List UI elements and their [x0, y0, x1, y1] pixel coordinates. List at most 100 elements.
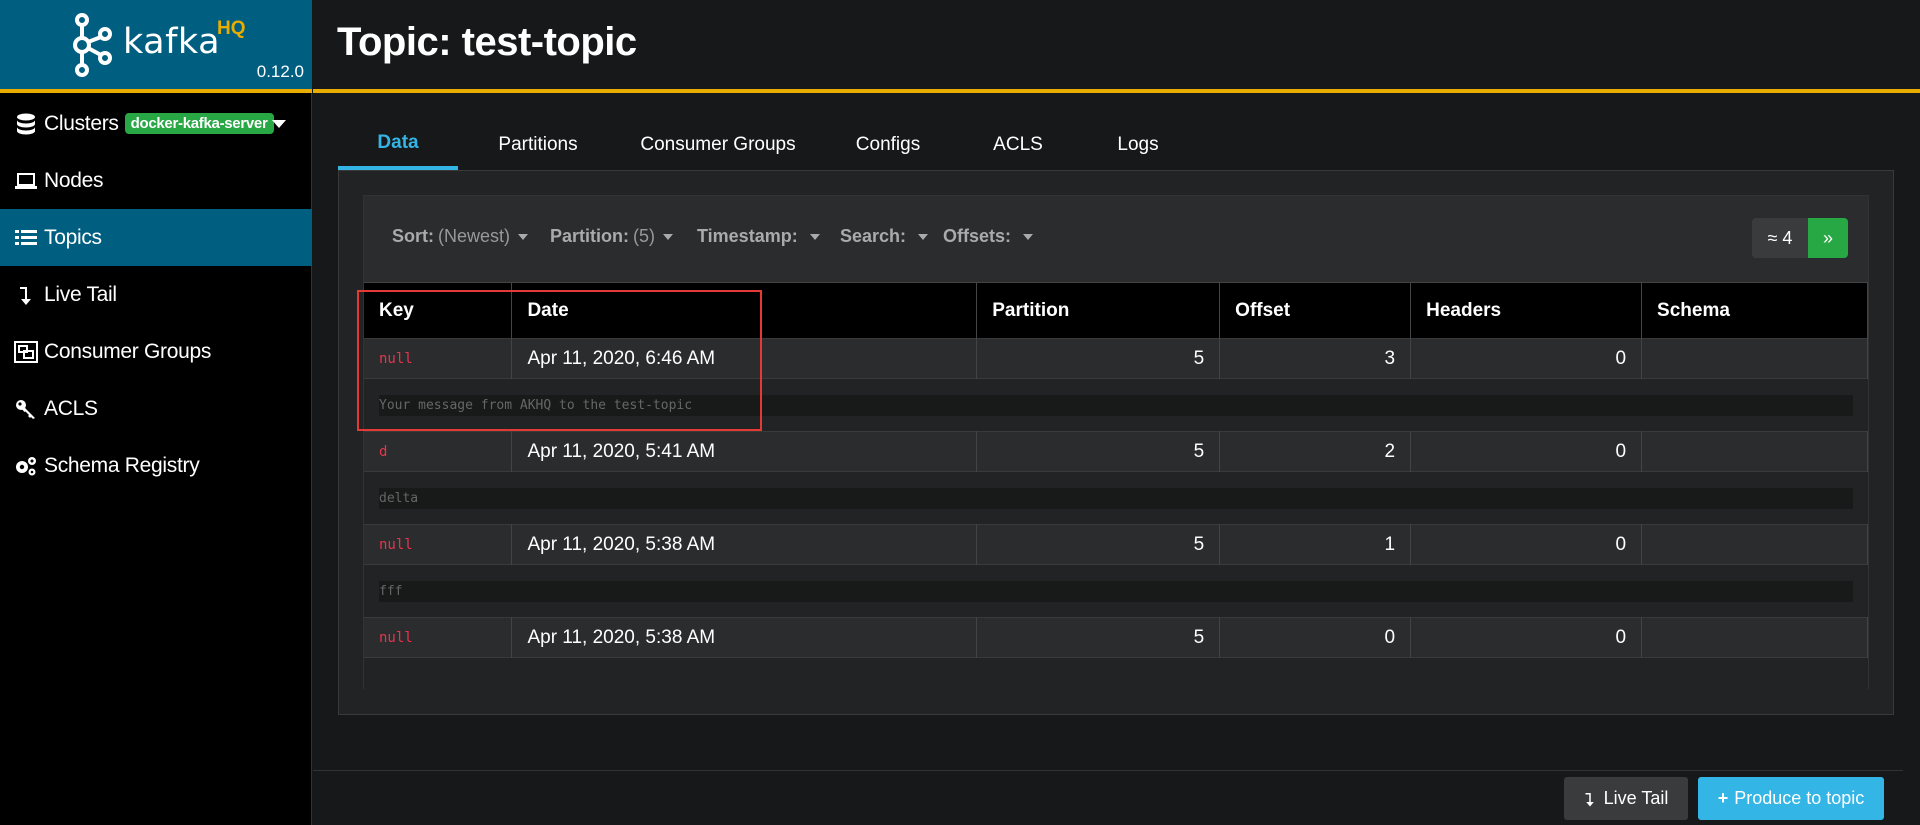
tab-partitions[interactable]: Partitions — [458, 120, 618, 170]
cell-partition: 5 — [976, 431, 1221, 472]
sidebar-item-label: Nodes — [44, 168, 104, 192]
tab-acls[interactable]: ACLS — [958, 120, 1078, 170]
caret-down-icon — [918, 233, 929, 240]
cell-offset: 3 — [1219, 338, 1412, 379]
sidebar-item-clusters[interactable]: Clusters docker-kafka-server — [0, 95, 312, 152]
cell-offset: 1 — [1219, 524, 1412, 565]
timestamp-dropdown[interactable]: Timestamp: — [697, 226, 820, 247]
table-row[interactable]: d Apr 11, 2020, 5:41 AM 5 2 0 — [364, 431, 1868, 472]
level-down-icon — [14, 283, 38, 307]
produce-to-topic-button[interactable]: + Produce to topic — [1698, 777, 1884, 820]
message-count-button[interactable]: ≈ 4 — [1752, 218, 1808, 258]
sort-label: Sort: — [392, 226, 434, 246]
next-page-button[interactable]: » — [1808, 218, 1848, 258]
sidebar-item-label: Consumer Groups — [44, 339, 212, 363]
sidebar-item-topics[interactable]: Topics — [0, 209, 312, 266]
search-dropdown[interactable]: Search: — [840, 226, 929, 247]
caret-down-icon — [518, 233, 529, 240]
partition-dropdown[interactable]: Partition: (5) — [550, 226, 673, 247]
sidebar-item-nodes[interactable]: Nodes — [0, 152, 312, 209]
column-header-headers: Headers — [1410, 282, 1643, 339]
cell-partition: 5 — [976, 338, 1221, 379]
cluster-badge: docker-kafka-server — [124, 113, 274, 134]
database-icon — [14, 112, 38, 136]
cell-headers: 0 — [1410, 431, 1643, 472]
sidebar-item-schema-registry[interactable]: Schema Registry — [0, 437, 312, 494]
page-title: Topic: test-topic — [337, 20, 637, 64]
caret-down-icon — [1023, 233, 1034, 240]
sidebar-item-acls[interactable]: ACLS — [0, 380, 312, 437]
tab-data[interactable]: Data — [338, 120, 458, 170]
sidebar-item-consumer-groups[interactable]: Consumer Groups — [0, 323, 312, 380]
message-row — [364, 657, 1868, 698]
data-container: Sort: (Newest) Partition: (5) Timestamp:… — [363, 195, 1869, 698]
cell-date: Apr 11, 2020, 5:38 AM — [511, 617, 978, 658]
cell-schema — [1641, 338, 1868, 379]
timestamp-label: Timestamp: — [697, 226, 798, 246]
caret-down-icon — [809, 233, 820, 240]
object-group-icon — [14, 340, 38, 364]
cell-date: Apr 11, 2020, 5:38 AM — [511, 524, 978, 565]
cell-headers: 0 — [1410, 338, 1643, 379]
sidebar-item-label: Schema Registry — [44, 453, 200, 477]
message-cell — [364, 657, 1868, 698]
search-label: Search: — [840, 226, 907, 246]
list-icon — [14, 226, 38, 250]
header: Topic: test-topic — [313, 0, 1920, 89]
sidebar-item-label: ACLS — [44, 396, 98, 420]
kafka-logo-icon — [73, 13, 112, 77]
offsets-dropdown[interactable]: Offsets: — [943, 226, 1034, 247]
message-cell: delta — [364, 471, 1868, 525]
cell-schema — [1641, 617, 1868, 658]
live-tail-label: Live Tail — [1603, 788, 1669, 808]
data-panel: Sort: (Newest) Partition: (5) Timestamp:… — [338, 170, 1894, 715]
footer-divider — [313, 770, 1903, 771]
header-accent-bar — [313, 89, 1920, 93]
cell-date: Apr 11, 2020, 5:41 AM — [511, 431, 978, 472]
message-cell: fff — [364, 564, 1868, 618]
sort-value: (Newest) — [438, 226, 511, 246]
sidebar: kafka HQ 0.12.0 Clusters docker-kafka-se… — [0, 0, 312, 825]
cell-partition: 5 — [976, 617, 1221, 658]
cell-schema — [1641, 431, 1868, 472]
highlight-box — [357, 290, 762, 431]
message-value: delta — [379, 487, 1853, 509]
cell-headers: 0 — [1410, 617, 1643, 658]
logo-text: kafka — [123, 22, 221, 62]
table-row[interactable]: null Apr 11, 2020, 5:38 AM 5 1 0 — [364, 524, 1868, 565]
filter-toolbar: Sort: (Newest) Partition: (5) Timestamp:… — [364, 196, 1868, 282]
table-row[interactable]: null Apr 11, 2020, 5:38 AM 5 0 0 — [364, 617, 1868, 658]
tab-logs[interactable]: Logs — [1078, 120, 1198, 170]
sidebar-item-live-tail[interactable]: Live Tail — [0, 266, 312, 323]
cell-offset: 0 — [1219, 617, 1412, 658]
partition-value: (5) — [633, 226, 655, 246]
cell-key: null — [364, 617, 513, 658]
cell-key: null — [364, 524, 513, 565]
sort-dropdown[interactable]: Sort: (Newest) — [392, 226, 529, 247]
cell-headers: 0 — [1410, 524, 1643, 565]
tab-configs[interactable]: Configs — [818, 120, 958, 170]
key-icon — [14, 397, 38, 421]
column-header-schema: Schema — [1641, 282, 1868, 339]
cogs-icon — [14, 454, 38, 478]
column-header-offset: Offset — [1219, 282, 1412, 339]
level-down-icon — [1584, 791, 1596, 807]
message-row: fff — [364, 564, 1868, 618]
column-header-partition: Partition — [976, 282, 1221, 339]
tab-bar: Data Partitions Consumer Groups Configs … — [338, 120, 1198, 170]
message-row: delta — [364, 471, 1868, 525]
logo[interactable]: kafka HQ 0.12.0 — [0, 0, 312, 89]
produce-label: Produce to topic — [1734, 788, 1865, 808]
laptop-icon — [14, 169, 38, 193]
cell-partition: 5 — [976, 524, 1221, 565]
chevron-down-icon[interactable] — [272, 120, 286, 128]
live-tail-button[interactable]: Live Tail — [1564, 777, 1688, 820]
message-value: fff — [379, 580, 1853, 602]
sidebar-item-label: Clusters — [44, 111, 119, 135]
offsets-label: Offsets: — [943, 226, 1012, 246]
logo-hq: HQ — [217, 18, 246, 39]
tab-consumer-groups[interactable]: Consumer Groups — [618, 120, 818, 170]
caret-down-icon — [663, 233, 673, 240]
partition-label: Partition: — [550, 226, 629, 246]
sidebar-item-label: Topics — [44, 225, 102, 249]
